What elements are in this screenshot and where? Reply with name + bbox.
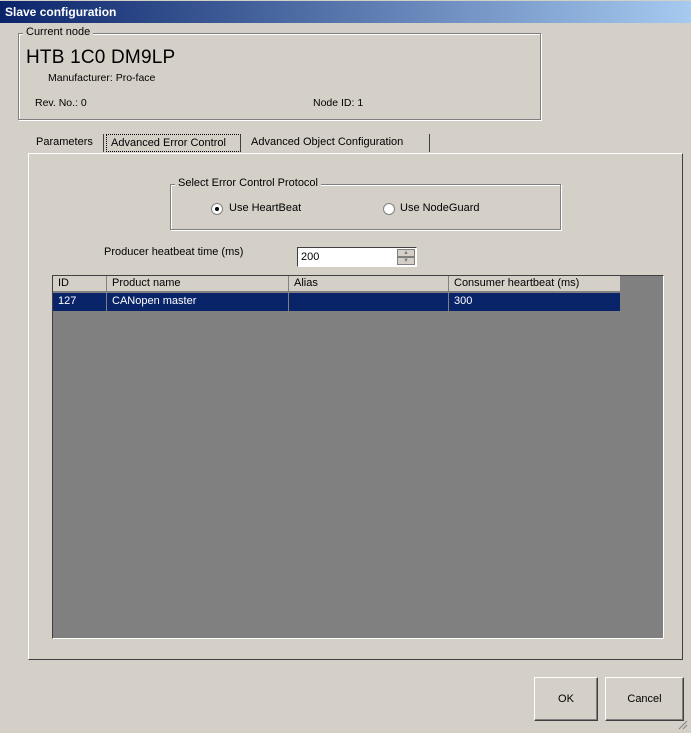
nodeguard-radio[interactable] bbox=[383, 203, 395, 215]
col-id[interactable]: ID bbox=[53, 276, 107, 292]
heartbeat-label[interactable]: Use HeartBeat bbox=[229, 202, 301, 214]
table-row[interactable]: 127 CANopen master 300 bbox=[53, 293, 621, 311]
cell-id: 127 bbox=[53, 293, 107, 311]
tab-advanced-object-configuration[interactable]: Advanced Object Configuration bbox=[247, 134, 430, 152]
producer-heartbeat-value: 200 bbox=[301, 251, 320, 263]
col-product-name[interactable]: Product name bbox=[107, 276, 289, 292]
rev-number-label: Rev. No.: 0 bbox=[35, 97, 87, 109]
node-name: HTB 1C0 DM9LP bbox=[26, 47, 176, 68]
producer-heartbeat-input[interactable]: 200 ▲ ▼ bbox=[297, 247, 417, 267]
col-alias[interactable]: Alias bbox=[289, 276, 449, 292]
spin-up-icon[interactable]: ▲ bbox=[397, 249, 415, 257]
table-header: ID Product name Alias Consumer heartbeat… bbox=[53, 276, 621, 292]
current-node-legend: Current node bbox=[23, 26, 94, 38]
ok-button[interactable]: OK bbox=[534, 677, 598, 721]
consumer-table[interactable]: ID Product name Alias Consumer heartbeat… bbox=[52, 275, 664, 639]
tab-advanced-error-control[interactable]: Advanced Error Control bbox=[106, 134, 241, 152]
node-id-label: Node ID: 1 bbox=[313, 97, 364, 109]
spin-buttons[interactable]: ▲ ▼ bbox=[397, 249, 415, 265]
resize-grip-icon[interactable] bbox=[676, 718, 688, 730]
cancel-button[interactable]: Cancel bbox=[605, 677, 684, 721]
cell-alias bbox=[289, 293, 449, 311]
cell-consumer-heartbeat[interactable]: 300 bbox=[449, 293, 621, 311]
spin-down-icon[interactable]: ▼ bbox=[397, 257, 415, 265]
window-title: Slave configuration bbox=[0, 1, 691, 23]
col-consumer-heartbeat[interactable]: Consumer heartbeat (ms) bbox=[449, 276, 621, 292]
manufacturer-label: Manufacturer: Pro-face bbox=[48, 72, 156, 84]
heartbeat-radio[interactable] bbox=[211, 203, 223, 215]
producer-heartbeat-label: Producer heatbeat time (ms) bbox=[104, 246, 244, 258]
cell-product-name: CANopen master bbox=[107, 293, 289, 311]
protocol-legend: Select Error Control Protocol bbox=[175, 177, 321, 189]
tab-parameters[interactable]: Parameters bbox=[32, 134, 104, 152]
slave-configuration-window: Slave configuration Current node HTB 1C0… bbox=[0, 0, 691, 733]
nodeguard-label[interactable]: Use NodeGuard bbox=[400, 202, 480, 214]
